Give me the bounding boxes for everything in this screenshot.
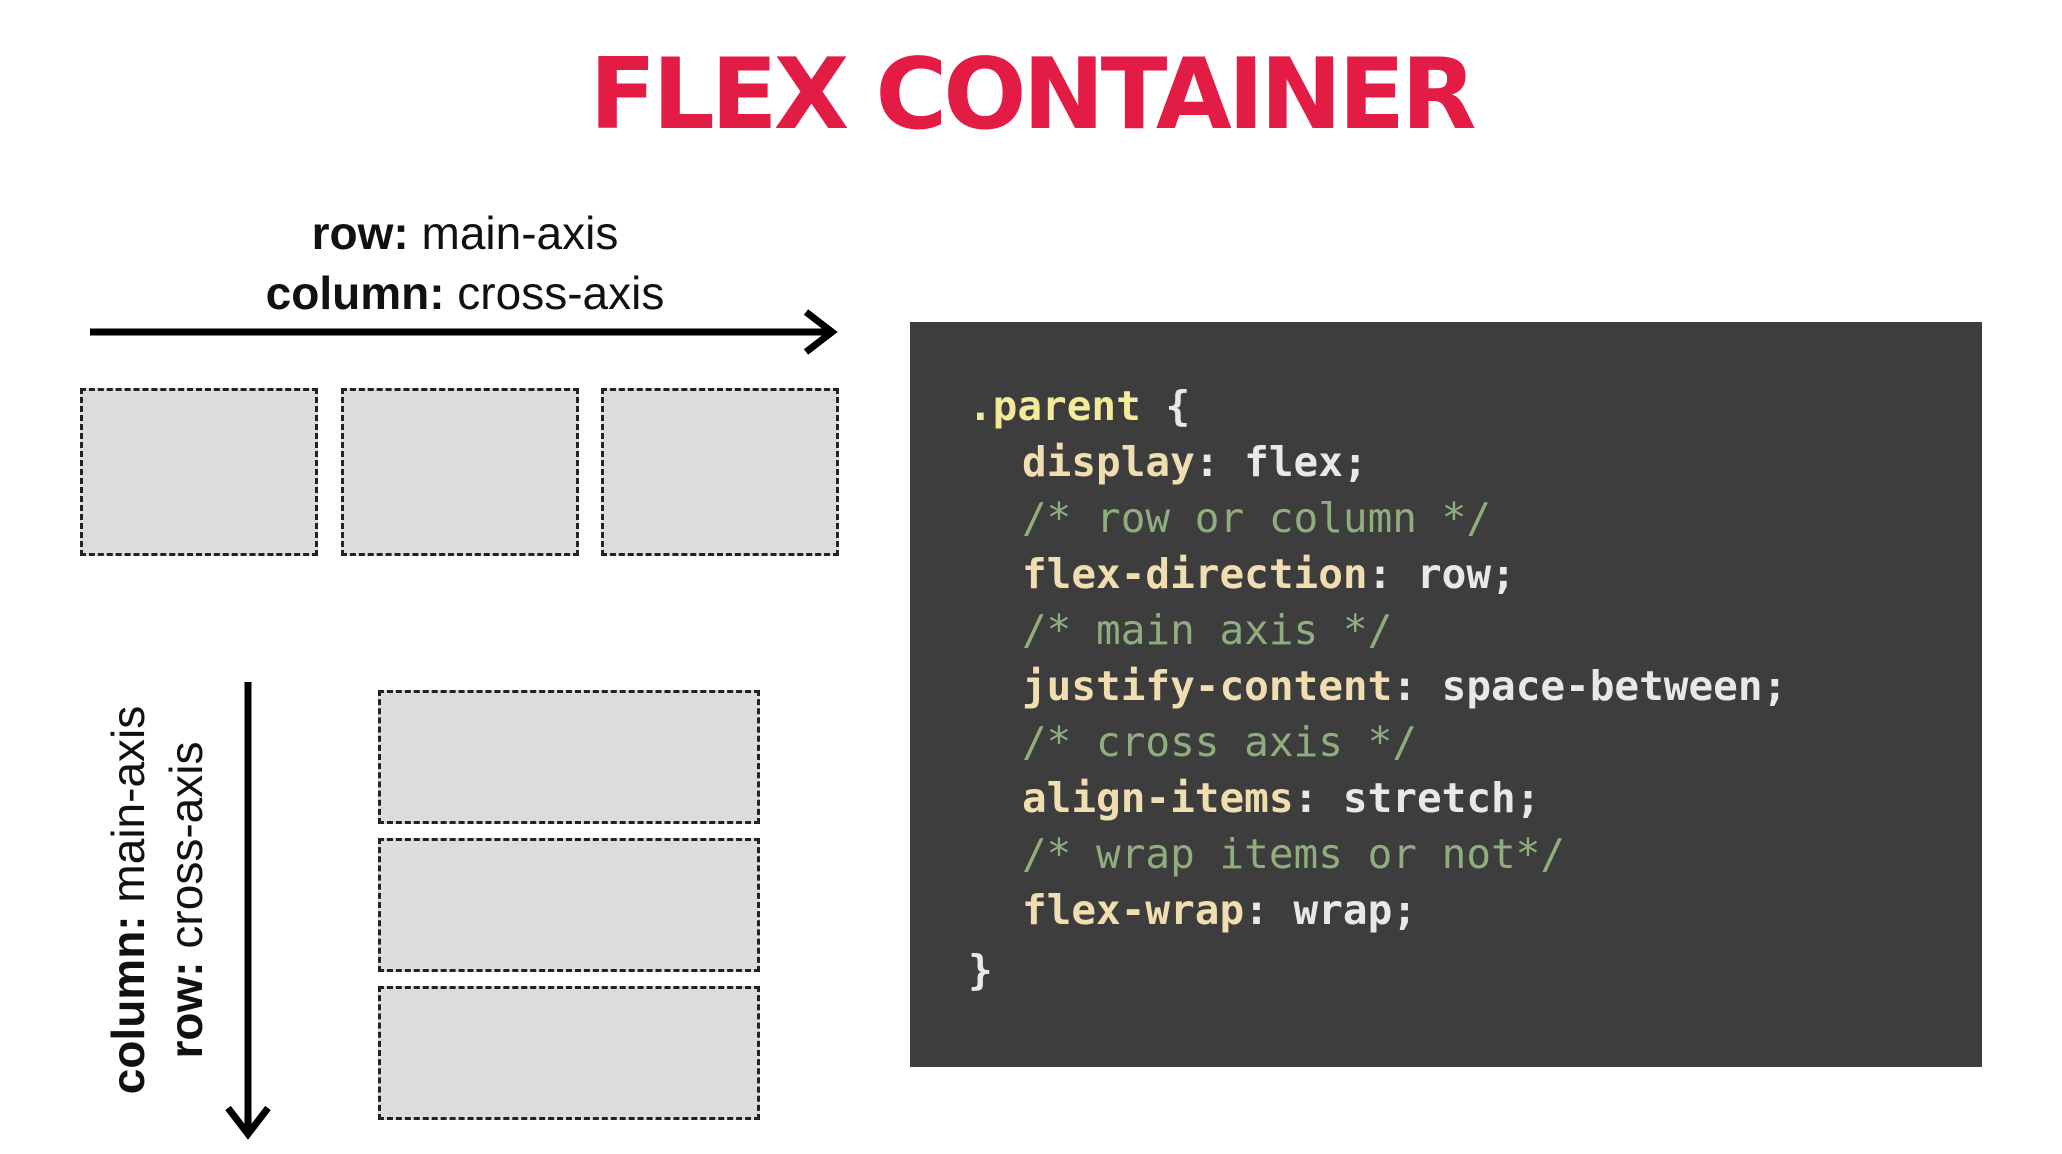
code-declaration: flex-direction: row; bbox=[1022, 546, 1516, 602]
column-axis-label-line2: row: cross-axis bbox=[158, 680, 214, 1120]
column-flex-item-1 bbox=[378, 690, 760, 824]
column-main-text: main-axis bbox=[102, 705, 154, 916]
css-property: justify-content bbox=[1022, 662, 1393, 710]
code-comment: /* cross axis */ bbox=[1022, 714, 1417, 770]
code-comment: /* row or column */ bbox=[1022, 490, 1491, 546]
css-value: wrap; bbox=[1293, 886, 1417, 934]
colon: : bbox=[1293, 774, 1343, 822]
comment-text: /* cross axis */ bbox=[1022, 718, 1417, 766]
code-declaration: justify-content: space-between; bbox=[1022, 658, 1787, 714]
row-cross-keyword: row: bbox=[160, 961, 212, 1059]
column-axis-labels: column: main-axis row: cross-axis bbox=[100, 680, 230, 1120]
css-value: stretch; bbox=[1342, 774, 1541, 822]
row-flex-item-1 bbox=[80, 388, 318, 556]
css-selector: .parent bbox=[968, 382, 1141, 430]
css-property: flex-direction bbox=[1022, 550, 1368, 598]
code-comment: /* main axis */ bbox=[1022, 602, 1392, 658]
css-property: flex-wrap bbox=[1022, 886, 1245, 934]
row-flex-item-3 bbox=[601, 388, 839, 556]
code-selector-line: .parent { bbox=[968, 378, 1190, 434]
close-brace: } bbox=[968, 946, 993, 994]
row-cross-text: cross-axis bbox=[160, 741, 212, 962]
horizontal-arrow bbox=[90, 309, 838, 355]
colon: : bbox=[1392, 662, 1442, 710]
vertical-arrow bbox=[225, 682, 271, 1140]
code-declaration: align-items: stretch; bbox=[1022, 770, 1540, 826]
css-value: space-between; bbox=[1441, 662, 1788, 710]
code-comment: /* wrap items or not*/ bbox=[1022, 826, 1565, 882]
code-declaration: display: flex; bbox=[1022, 434, 1368, 490]
comment-text: /* row or column */ bbox=[1022, 494, 1491, 542]
row-flex-item-2 bbox=[341, 388, 579, 556]
column-flex-item-2 bbox=[378, 838, 760, 972]
code-close-line: } bbox=[968, 942, 993, 998]
column-axis-label-line1: column: main-axis bbox=[100, 680, 156, 1120]
css-property: align-items bbox=[1022, 774, 1294, 822]
code-declaration: flex-wrap: wrap; bbox=[1022, 882, 1417, 938]
comment-text: /* wrap items or not*/ bbox=[1022, 830, 1566, 878]
colon: : bbox=[1194, 438, 1245, 486]
comment-text: /* main axis */ bbox=[1022, 606, 1393, 654]
column-main-keyword: column: bbox=[102, 915, 154, 1095]
css-value: flex; bbox=[1244, 438, 1368, 486]
code-panel: .parent { display: flex;/* row or column… bbox=[910, 322, 1982, 1067]
colon: : bbox=[1244, 886, 1294, 934]
css-value: row; bbox=[1416, 550, 1516, 598]
column-flex-item-3 bbox=[378, 986, 760, 1120]
css-property: display bbox=[1022, 438, 1195, 486]
open-brace: { bbox=[1140, 382, 1191, 430]
colon: : bbox=[1367, 550, 1417, 598]
